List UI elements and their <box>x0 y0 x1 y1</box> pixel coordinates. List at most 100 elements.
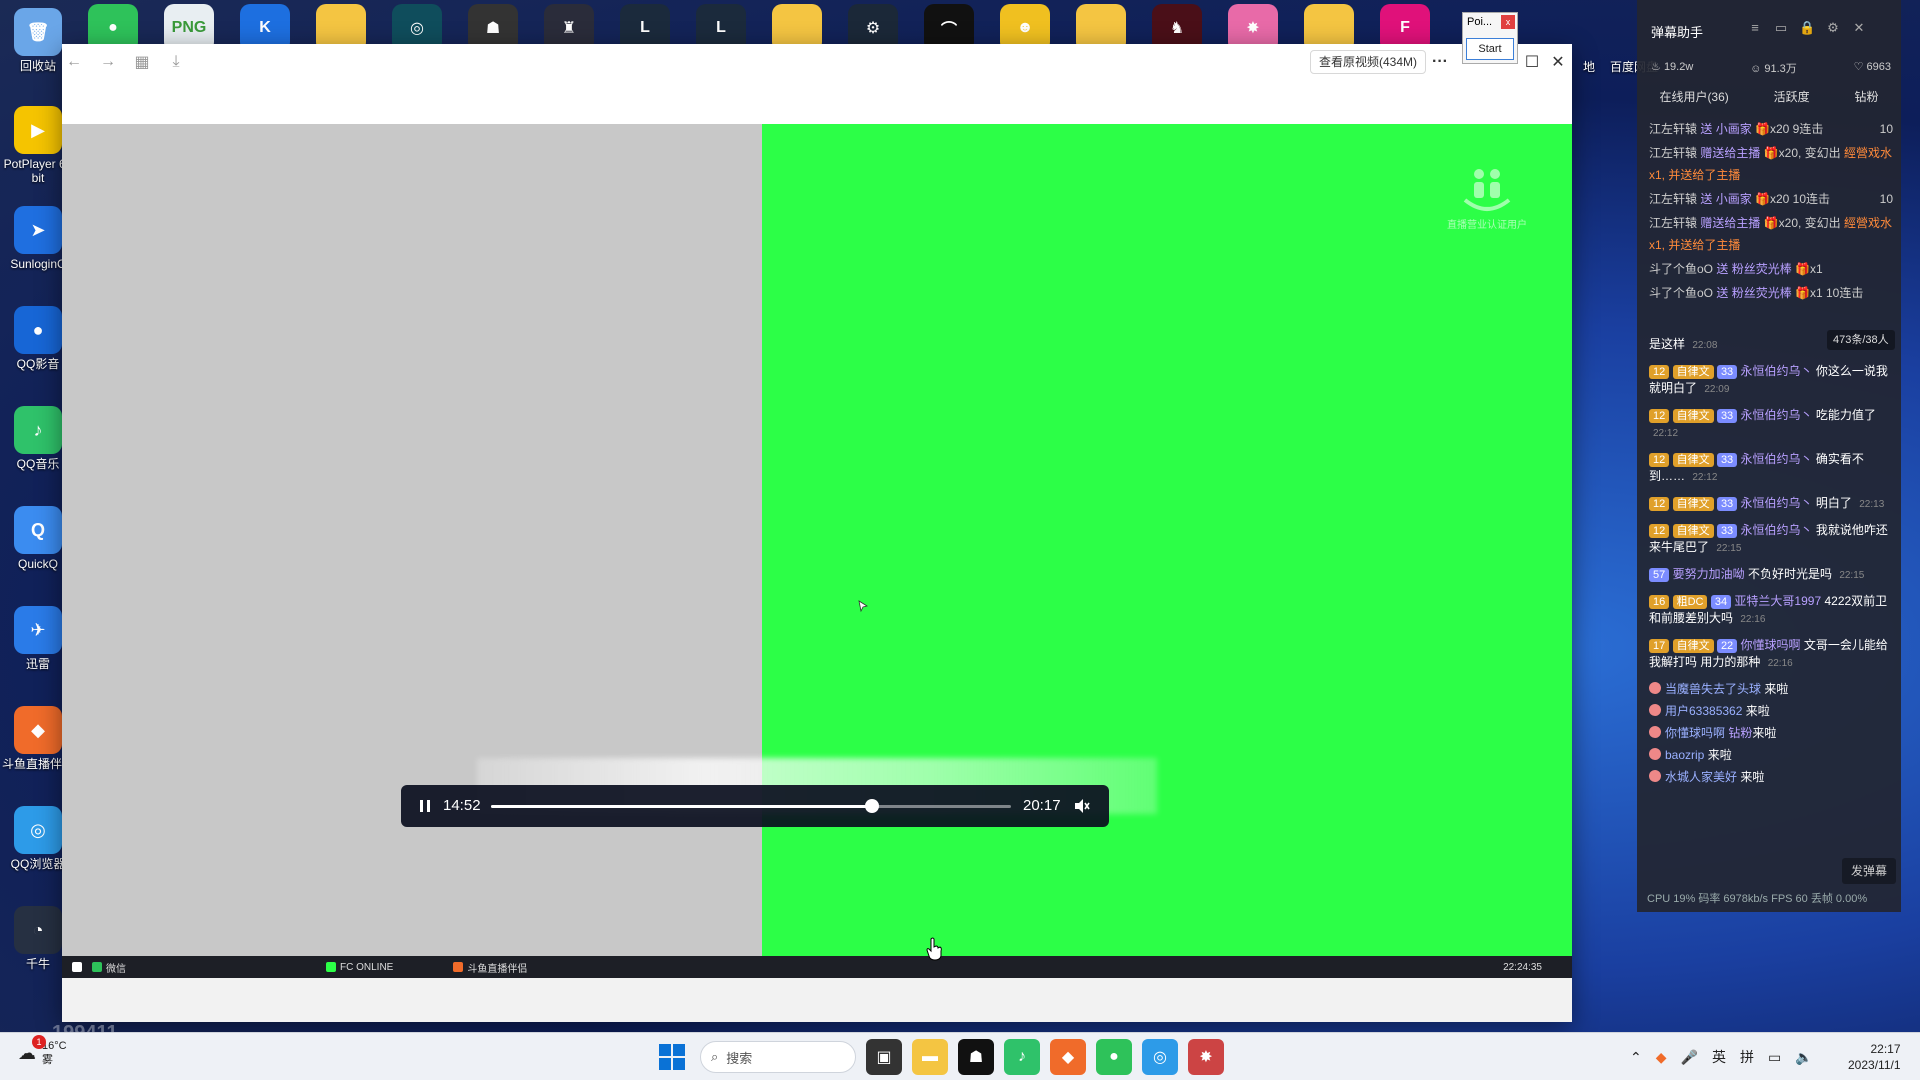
more-options-button[interactable]: ··· <box>1428 50 1452 74</box>
user-level-badge: 12 <box>1649 453 1670 467</box>
danmu-title: 弹幕助手 <box>1651 25 1704 40</box>
muted-volume-icon[interactable] <box>1073 797 1091 815</box>
notification-badge: 1 <box>32 1035 46 1049</box>
inner-fc-icon <box>326 962 336 972</box>
enter-icon <box>1649 682 1661 694</box>
fan-club-badge: 自律文 <box>1672 524 1714 538</box>
progress-bar[interactable] <box>491 799 1011 813</box>
gift-row: 江左轩辕 送 小画家 🎁x20 9连击 10 <box>1649 118 1893 140</box>
back-arrow-icon[interactable]: ← <box>62 50 86 74</box>
taskbar-search[interactable]: ⌕ 搜索 <box>700 1041 856 1073</box>
viewer-toolbar: ← → ▦ ⤓ 查看原视频(434M) ··· ☐ ✕ <box>62 44 1572 124</box>
taskbar-clock[interactable]: 22:17 2023/11/1 <box>1848 1041 1901 1073</box>
watermark-text: 直播营业认证用户 <box>1447 220 1527 231</box>
danmu-tabs: 在线用户(36) 活跃度 钻粉 <box>1637 88 1901 105</box>
danmu-assistant-panel: 弹幕助手 ≡ ▭ 🔒 ⚙ ✕ ♨ 19.2w ☺ 91.3万 ♡ 6963 在线… <box>1637 0 1901 912</box>
enter-username: 当魔兽失去了头球 <box>1665 682 1762 696</box>
chat-text: 不负好时光是吗 <box>1747 567 1832 581</box>
progress-knob[interactable] <box>865 799 880 813</box>
chat-message: 12 自律文 33 永恒伯约乌丶 你这么一说我就明白了 22:09 <box>1649 363 1893 398</box>
enter-text: 来啦 <box>1707 748 1732 762</box>
window-icon[interactable]: ▭ <box>1773 20 1789 36</box>
tab-activity[interactable]: 活跃度 <box>1774 88 1810 105</box>
gift-row: 江左轩辕 赠送给主播 🎁x20, 变幻出 經營戏水x1, 并送给了主播 <box>1649 216 1893 252</box>
frame-green-region <box>762 124 1572 978</box>
gift-action: 赠送给主播 <box>1700 216 1761 230</box>
gift-quantity: x1 <box>1809 262 1823 276</box>
maximize-button[interactable]: ☐ <box>1520 50 1544 74</box>
chat-text: 明白了 <box>1815 496 1852 510</box>
gift-user: 江左轩辕 <box>1649 146 1698 160</box>
view-original-video-button[interactable]: 查看原视频(434M) <box>1310 50 1427 74</box>
photo-viewer-icon[interactable]: ✸ <box>1188 1039 1224 1075</box>
fan-club-badge: 自律文 <box>1672 497 1714 511</box>
send-danmu-button[interactable]: 发弹幕 <box>1842 858 1896 884</box>
likes-stat: ♨ 19.2w <box>1651 60 1693 76</box>
poi-start-button[interactable]: Start <box>1466 38 1514 60</box>
douyu-tray-icon[interactable]: ◆ <box>1656 1049 1667 1066</box>
chat-message: 16 粗DC 34 亚特兰大哥1997 4222双前卫和前腰差别大吗 22:16 <box>1649 593 1893 628</box>
enter-notice: 当魔兽失去了头球 来啦 <box>1649 681 1893 698</box>
video-frame: 直播营业认证用户 微信 FC ONLINE 斗鱼直播伴侣 22:24:35 <box>62 124 1572 978</box>
chat-username: 亚特兰大哥1997 <box>1734 594 1822 608</box>
enter-text: 来啦 <box>1740 770 1765 784</box>
danmu-stats: ♨ 19.2w ☺ 91.3万 ♡ 6963 <box>1651 60 1891 76</box>
stream-stats-footer: CPU 19% 码率 6978kb/s FPS 60 丢帧 0.00% <box>1647 893 1868 905</box>
chat-username: 要努力加油呦 <box>1672 567 1745 581</box>
task-view-icon[interactable]: ▣ <box>866 1039 902 1075</box>
enter-notice: baozrip 来啦 <box>1649 747 1893 764</box>
ime-indicator[interactable]: 拼 <box>1740 1047 1754 1067</box>
hearts-value: 6963 <box>1866 61 1891 73</box>
settings-icon[interactable]: ⚙ <box>1825 20 1841 36</box>
enter-text: 来啦 <box>1752 726 1777 740</box>
douyu-taskbar-icon[interactable]: ◆ <box>1050 1039 1086 1075</box>
gift-row: 斗了个鱼oO 送 粉丝荧光棒 🎁x1 10连击 <box>1649 286 1864 300</box>
enter-icon <box>1649 770 1661 782</box>
inner-taskbar-item: 微信 <box>106 963 126 975</box>
chat-message: 57 要努力加油呦 不负好时光是吗 22:15 <box>1649 566 1893 584</box>
tab-diamond-fans[interactable]: 钻粉 <box>1855 88 1879 105</box>
fan-level-badge: 33 <box>1716 409 1738 423</box>
windows-start-icon[interactable] <box>654 1039 690 1075</box>
gift-row: 斗了个鱼oO 送 粉丝荧光棒 🎁x1 <box>1649 262 1823 276</box>
fan-club-badge: 自律文 <box>1672 639 1714 653</box>
network-icon[interactable]: ▭ <box>1768 1049 1781 1066</box>
volume-icon[interactable]: 🔈 <box>1795 1049 1812 1066</box>
filter-icon[interactable]: ≡ <box>1747 20 1763 36</box>
qq-music-taskbar-icon[interactable]: ♪ <box>1004 1039 1040 1075</box>
chat-timestamp: 22:13 <box>1859 499 1885 510</box>
gift-user: 斗了个鱼oO <box>1649 262 1714 276</box>
qq-music-icon: ♪ <box>14 406 62 454</box>
browser-taskbar-icon[interactable]: ◎ <box>1142 1039 1178 1075</box>
user-level-badge: 12 <box>1649 365 1670 379</box>
microphone-icon[interactable]: 🎤 <box>1681 1049 1698 1066</box>
progress-fill <box>491 805 873 808</box>
close-button[interactable]: ✕ <box>1546 50 1570 74</box>
enter-notice: 用户63385362 来啦 <box>1649 703 1893 720</box>
language-indicator[interactable]: 英 <box>1712 1047 1726 1067</box>
weather-widget[interactable]: ☁ 1 16°C 雾 <box>18 1035 67 1067</box>
tab-online-users[interactable]: 在线用户(36) <box>1659 88 1728 105</box>
chat-username: 永恒伯约乌丶 <box>1740 496 1813 510</box>
gift-user: 江左轩辕 <box>1649 192 1698 206</box>
chevron-up-icon[interactable]: ⌃ <box>1630 1049 1642 1066</box>
pause-icon[interactable] <box>417 797 433 815</box>
qq-icon[interactable]: ☗ <box>958 1039 994 1075</box>
grid-view-icon[interactable]: ▦ <box>130 50 154 74</box>
poi-popup: Poi... x Start <box>1462 12 1518 64</box>
video-player-controls: 14:52 20:17 <box>401 785 1109 827</box>
poi-close-button[interactable]: x <box>1501 15 1515 29</box>
gift-user: 江左轩辕 <box>1649 122 1698 136</box>
file-explorer-icon[interactable]: ▬ <box>912 1039 948 1075</box>
chat-message: 12 自律文 33 永恒伯约乌丶 我就说他咋还来牛尾巴了 22:15 <box>1649 522 1893 557</box>
wechat-taskbar-icon[interactable]: ● <box>1096 1039 1132 1075</box>
hand-cursor-icon <box>926 937 942 961</box>
forward-arrow-icon[interactable]: → <box>96 50 120 74</box>
lock-icon[interactable]: 🔒 <box>1799 20 1815 36</box>
enter-icon <box>1649 748 1661 760</box>
hearts-stat: ♡ 6963 <box>1854 60 1891 76</box>
download-icon[interactable]: ⤓ <box>164 50 188 74</box>
desktop-label: 地 <box>1583 60 1596 74</box>
close-icon[interactable]: ✕ <box>1851 20 1867 36</box>
taskbar-apps: ⌕ 搜索 ▣ ▬ ☗ ♪ ◆ ● ◎ ✸ <box>654 1039 1224 1075</box>
